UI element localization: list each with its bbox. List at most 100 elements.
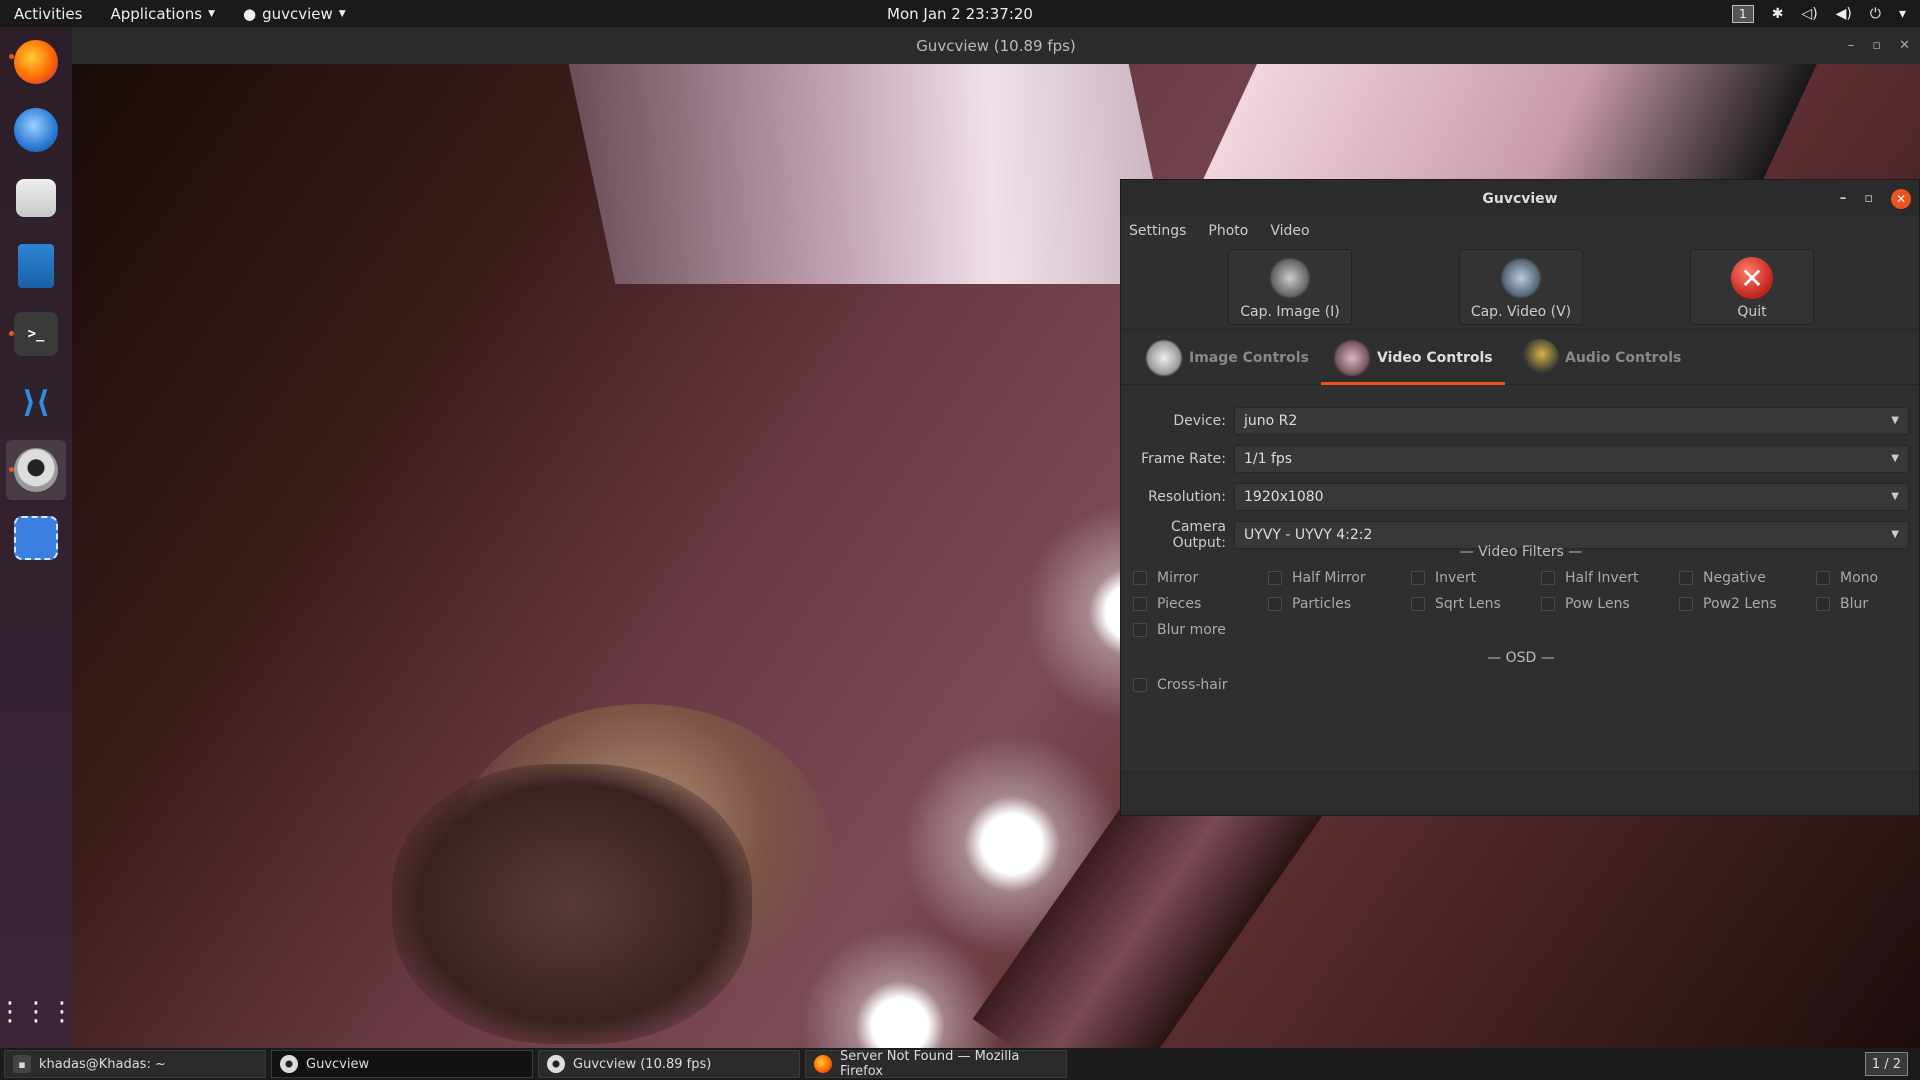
menu-photo[interactable]: Photo [1208, 223, 1248, 239]
filter-pow2-lens[interactable]: Pow2 Lens [1679, 593, 1777, 615]
cap-image-label: Cap. Image (I) [1240, 304, 1340, 320]
quit-button[interactable]: ✕ Quit [1690, 249, 1814, 325]
resolution-select[interactable]: 1920x1080 ▼ [1234, 483, 1909, 511]
filter-invert[interactable]: Invert [1411, 567, 1476, 589]
menu-settings[interactable]: Settings [1129, 223, 1186, 239]
filter-label: Invert [1435, 570, 1477, 586]
chevron-down-icon[interactable]: ▾ [1899, 6, 1906, 22]
workspace-indicator[interactable]: 1 [1732, 4, 1754, 23]
frame-rate-row: Frame Rate: 1/1 fps ▼ [1121, 444, 1920, 474]
dock-item-screenshot[interactable] [6, 508, 66, 568]
running-indicator [9, 467, 14, 472]
task-label: Guvcview (10.89 fps) [573, 1056, 712, 1072]
running-indicator [9, 331, 14, 336]
checkbox[interactable] [1133, 597, 1147, 611]
checkbox[interactable] [1133, 678, 1147, 692]
filter-pow-lens[interactable]: Pow Lens [1541, 593, 1630, 615]
filter-label: Sqrt Lens [1435, 596, 1501, 612]
task-terminal[interactable]: ▪ khadas@Khadas: ~ [4, 1050, 266, 1078]
camera-icon [1269, 257, 1311, 299]
dock-item-guvcview[interactable] [6, 440, 66, 500]
bluetooth-icon[interactable]: ✱ [1772, 6, 1784, 22]
checkbox[interactable] [1133, 623, 1147, 637]
osd-cross-hair[interactable]: Cross-hair [1133, 674, 1228, 696]
filter-half-invert[interactable]: Half Invert [1541, 567, 1639, 589]
show-apps-button[interactable]: ⋮⋮⋮ [0, 982, 75, 1042]
app-menu[interactable]: ● guvcview ▼ [229, 0, 360, 27]
maximize-icon[interactable]: ▫ [1872, 38, 1881, 53]
minimize-icon[interactable]: – [1848, 38, 1855, 53]
filter-particles[interactable]: Particles [1268, 593, 1351, 615]
controls-titlebar[interactable]: Guvcview – ▫ ✕ [1121, 180, 1919, 217]
clock[interactable]: Mon Jan 2 23:37:20 [887, 0, 1033, 27]
checkbox[interactable] [1268, 597, 1282, 611]
frame-rate-select[interactable]: 1/1 fps ▼ [1234, 445, 1909, 473]
dock-item-firefox[interactable] [6, 32, 66, 92]
dock-item-writer[interactable] [6, 236, 66, 296]
filter-mirror[interactable]: Mirror [1133, 567, 1198, 589]
filter-pieces[interactable]: Pieces [1133, 593, 1201, 615]
checkbox[interactable] [1411, 571, 1425, 585]
filter-blur[interactable]: Blur [1816, 593, 1868, 615]
tab-bar: Image Controls Video Controls Audio Cont… [1121, 330, 1919, 385]
minimize-icon[interactable]: – [1840, 191, 1847, 206]
tab-video-controls[interactable]: Video Controls [1321, 330, 1505, 385]
device-label: Device: [1173, 413, 1226, 429]
dock-item-vscode[interactable]: ⟩⟨ [6, 372, 66, 432]
speaker-muted-icon[interactable]: ◁) [1801, 6, 1817, 22]
activities-button[interactable]: Activities [0, 0, 96, 27]
quit-label: Quit [1737, 304, 1767, 320]
task-firefox[interactable]: Server Not Found — Mozilla Firefox [805, 1049, 1067, 1079]
task-guvcview-video[interactable]: Guvcview (10.89 fps) [538, 1050, 800, 1078]
firefox-icon [814, 1055, 832, 1073]
filter-label: Mono [1840, 570, 1879, 586]
tab-label: Video Controls [1377, 349, 1493, 366]
checkbox[interactable] [1541, 597, 1555, 611]
checkbox[interactable] [1411, 597, 1425, 611]
applications-menu[interactable]: Applications ▼ [96, 0, 229, 27]
checkbox[interactable] [1679, 571, 1693, 585]
volume-icon[interactable]: ◀) [1836, 6, 1852, 22]
dock-item-files[interactable] [6, 168, 66, 228]
close-icon[interactable]: ✕ [1891, 188, 1911, 209]
filter-blur-more[interactable]: Blur more [1133, 619, 1226, 641]
device-select[interactable]: juno R2 ▼ [1234, 407, 1909, 435]
tab-audio-controls[interactable]: Audio Controls [1521, 330, 1681, 385]
taskbar: ▪ khadas@Khadas: ~ Guvcview Guvcview (10… [0, 1048, 1920, 1080]
cap-video-button[interactable]: Cap. Video (V) [1459, 249, 1583, 325]
checkbox[interactable] [1816, 597, 1830, 611]
chevron-down-icon: ▼ [1891, 415, 1899, 426]
microphone-icon [1521, 338, 1559, 377]
checkbox[interactable] [1541, 571, 1555, 585]
filter-label: Half Invert [1565, 570, 1639, 586]
osd-heading: — OSD — [1487, 650, 1555, 666]
checkbox[interactable] [1679, 597, 1693, 611]
menu-video[interactable]: Video [1270, 223, 1309, 239]
image-controls-icon [1145, 338, 1183, 377]
filter-sqrt-lens[interactable]: Sqrt Lens [1411, 593, 1501, 615]
filter-label: Half Mirror [1292, 570, 1366, 586]
camera-output-value: UYVY - UYVY 4:2:2 [1244, 527, 1373, 543]
dock-item-terminal[interactable]: >_ [6, 304, 66, 364]
webcam-icon [280, 1055, 298, 1073]
video-window-titlebar[interactable]: Guvcview (10.89 fps) – ▫ ✕ [72, 27, 1920, 64]
checkbox[interactable] [1816, 571, 1830, 585]
task-label: Server Not Found — Mozilla Firefox [839, 1049, 1020, 1079]
close-icon[interactable]: ✕ [1899, 38, 1910, 53]
power-icon[interactable]: ⏻ [1870, 6, 1881, 22]
top-bar: Activities Applications ▼ ● guvcview ▼ Mon … [0, 0, 1920, 27]
workspace-pager[interactable]: 1 / 2 [1864, 1052, 1908, 1076]
checkbox[interactable] [1268, 571, 1282, 585]
maximize-icon[interactable]: ▫ [1864, 191, 1873, 206]
filter-half-mirror[interactable]: Half Mirror [1268, 567, 1366, 589]
app-menu-label: guvcview [262, 4, 333, 23]
frame-rate-value: 1/1 fps [1244, 451, 1293, 467]
tab-image-controls[interactable]: Image Controls [1145, 330, 1309, 385]
checkbox[interactable] [1133, 571, 1147, 585]
filter-negative[interactable]: Negative [1679, 567, 1766, 589]
clock-label: Mon Jan 2 23:37:20 [887, 4, 1033, 23]
task-guvcview-controls[interactable]: Guvcview [271, 1050, 533, 1078]
cap-image-button[interactable]: Cap. Image (I) [1228, 249, 1352, 325]
filter-mono[interactable]: Mono [1816, 567, 1878, 589]
dock-item-thunderbird[interactable] [6, 100, 66, 160]
